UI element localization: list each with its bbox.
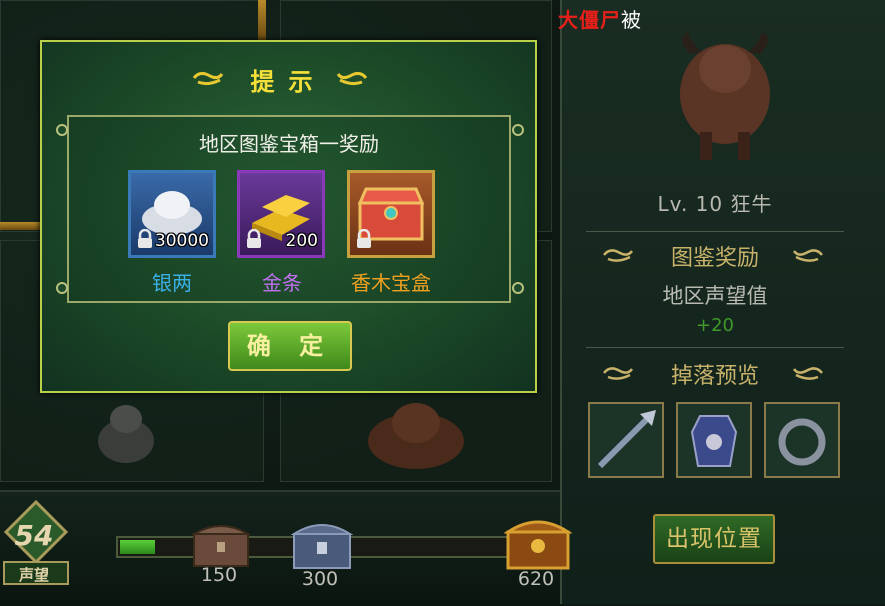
reputation-progress-fill <box>120 540 155 554</box>
grid-divider <box>258 0 266 40</box>
reward-item-treasure-box[interactable] <box>347 170 435 258</box>
divider <box>586 231 844 232</box>
lock-icon <box>357 229 371 248</box>
item-count: 30000 <box>154 231 209 251</box>
reputation-label: 地区声望值 <box>662 284 768 308</box>
divider <box>586 347 844 348</box>
boss-kill-notice: 大僵尸被 <box>558 8 642 32</box>
drop-item-slot[interactable] <box>676 402 752 478</box>
item-name: 金条 <box>262 271 302 295</box>
reward-item-silver[interactable]: 30000 <box>128 170 216 258</box>
ring-icon <box>778 418 826 466</box>
item-count: 200 <box>285 231 318 251</box>
spear-icon <box>597 410 656 469</box>
wolf-monster-icon <box>98 405 154 463</box>
corner-rivet <box>512 282 524 294</box>
lock-icon <box>138 229 152 248</box>
scroll-ornament-icon <box>792 249 823 262</box>
drop-item-slot[interactable] <box>764 402 840 478</box>
bronze-chest-icon[interactable] <box>190 518 252 570</box>
silver-chest-icon[interactable] <box>290 516 354 572</box>
reputation-value: +20 <box>696 315 734 336</box>
scroll-ornament-icon <box>336 71 368 86</box>
item-name: 银两 <box>152 271 192 295</box>
milestone-label: 620 <box>517 568 555 590</box>
scroll-ornament-icon <box>792 367 823 380</box>
show-location-button[interactable]: 出现位置 <box>653 514 775 564</box>
dialog-title: 提示 <box>250 68 327 96</box>
confirm-button[interactable]: 确 定 <box>228 321 352 371</box>
bull-monster-icon <box>680 32 770 160</box>
corner-rivet <box>56 282 68 294</box>
gold-chest-icon[interactable] <box>504 512 572 572</box>
grid-divider <box>0 222 42 230</box>
lock-icon <box>247 229 261 248</box>
corner-rivet <box>512 124 524 136</box>
reputation-level: 54 <box>14 519 54 552</box>
reputation-caption: 声望 <box>18 566 49 584</box>
drop-item-slot[interactable] <box>588 402 664 478</box>
bear-monster-icon <box>368 403 464 469</box>
milestone-label: 300 <box>301 568 339 590</box>
reward-box-title: 地区图鉴宝箱一奖励 <box>199 132 379 156</box>
reward-item-gold-bar[interactable]: 200 <box>237 170 325 258</box>
armor-icon <box>690 415 738 467</box>
monster-level-name: Lv. 10 狂牛 <box>657 192 773 216</box>
milestone-label: 150 <box>200 564 238 586</box>
item-name: 香木宝盒 <box>351 271 431 295</box>
